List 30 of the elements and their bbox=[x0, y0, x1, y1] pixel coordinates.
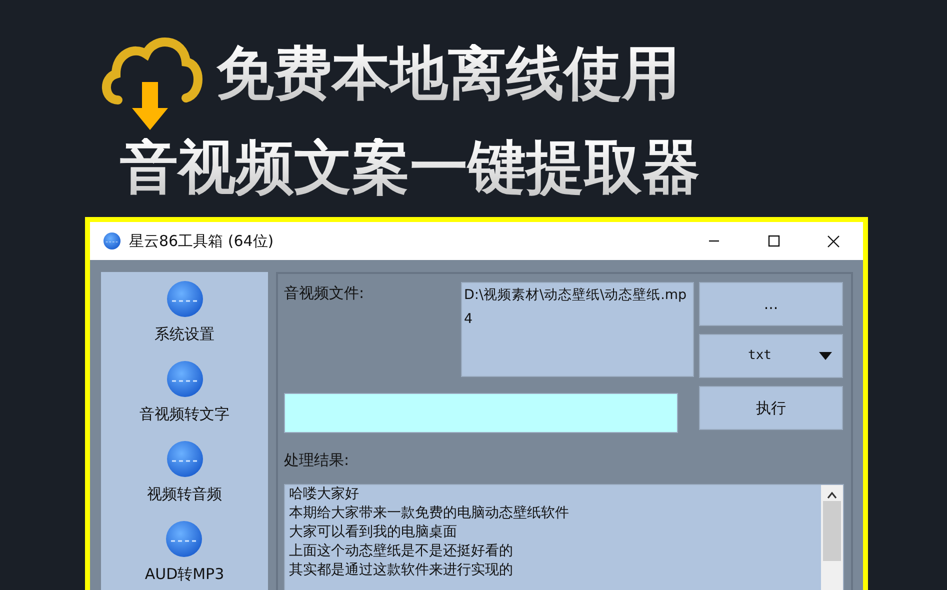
globe-icon bbox=[166, 440, 204, 478]
text-input-field[interactable] bbox=[284, 393, 678, 433]
result-line: 上面这个动态壁纸是不是还挺好看的 bbox=[289, 542, 514, 560]
window-title: 星云86工具箱 (64位) bbox=[129, 230, 274, 252]
result-line: 本期给大家带来一款免费的电脑动态壁纸软件 bbox=[289, 504, 570, 522]
result-line: 哈喽大家好 bbox=[289, 484, 360, 504]
scrollbar[interactable] bbox=[821, 484, 843, 590]
execute-button[interactable]: 执行 bbox=[699, 386, 843, 430]
globe-icon bbox=[166, 280, 204, 318]
caret-icon bbox=[819, 352, 832, 360]
app-icon bbox=[103, 232, 121, 250]
close-icon bbox=[826, 234, 840, 248]
headline: 音视频文案一键提取器 bbox=[120, 138, 700, 196]
sidebar-item[interactable]: 音视频转文字 bbox=[140, 360, 230, 424]
sidebar-item[interactable]: 系统设置 bbox=[154, 280, 214, 344]
format-select[interactable]: txt bbox=[699, 334, 843, 378]
browse-button[interactable]: ... bbox=[699, 282, 843, 326]
maximize-icon bbox=[766, 234, 780, 248]
globe-icon bbox=[166, 360, 204, 398]
scroll-up-icon[interactable] bbox=[827, 490, 837, 498]
globe-icon bbox=[165, 520, 204, 558]
scrollbar-thumb[interactable] bbox=[823, 500, 841, 560]
result-line: 大家可以看到我的电脑桌面 bbox=[289, 522, 458, 542]
result-label: 处理结果: bbox=[284, 450, 350, 471]
sidebar-item[interactable]: AUD转MP3 bbox=[144, 520, 224, 584]
sidebar-item[interactable]: 视频转音频 bbox=[147, 440, 222, 504]
result-textbox[interactable]: 哈喽大家好 本期给大家带来一款免费的电脑动态壁纸软件 大家可以看到我的电脑桌面 上面这个动态壁纸是不是还挺好看的 其实都是通过这款软件来进行实现的 bbox=[284, 484, 844, 590]
result-line: 其实都是通过这款软件来进行实现的 bbox=[289, 560, 514, 580]
file-path-field[interactable]: D:\视频素材\动态壁纸\动态壁纸.mp4 bbox=[461, 282, 694, 377]
file-label: 音视频文件: bbox=[284, 283, 364, 304]
